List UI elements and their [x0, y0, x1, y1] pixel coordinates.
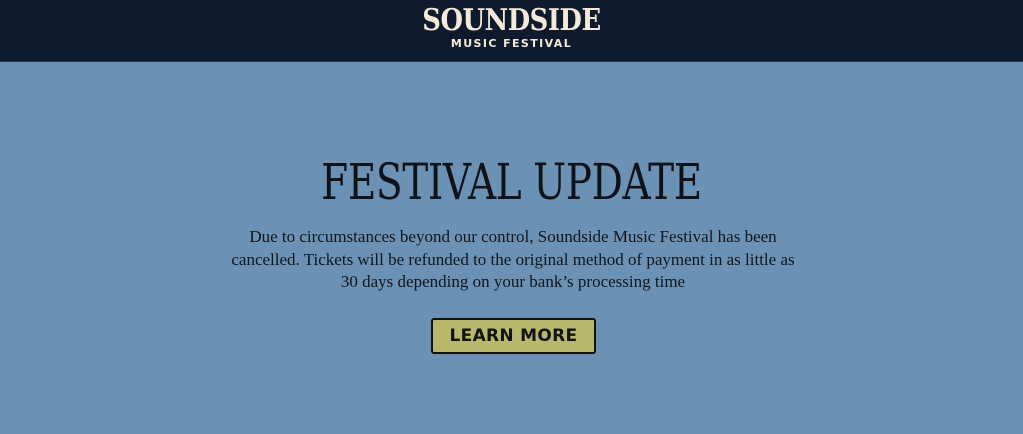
site-header: SOUNDSIDE MUSIC FESTIVAL — [0, 0, 1023, 62]
main-content: FESTIVAL UPDATE Due to circumstances bey… — [0, 62, 1023, 434]
learn-more-button[interactable]: LEARN MORE — [431, 318, 596, 354]
page-title: FESTIVAL UPDATE — [321, 153, 702, 211]
logo-subtitle: MUSIC FESTIVAL — [450, 37, 573, 50]
announcement-text: Due to circumstances beyond our control,… — [231, 227, 795, 291]
festival-logo[interactable]: SOUNDSIDE MUSIC FESTIVAL — [0, 3, 1023, 51]
logo-wordmark: SOUNDSIDE — [422, 3, 601, 38]
